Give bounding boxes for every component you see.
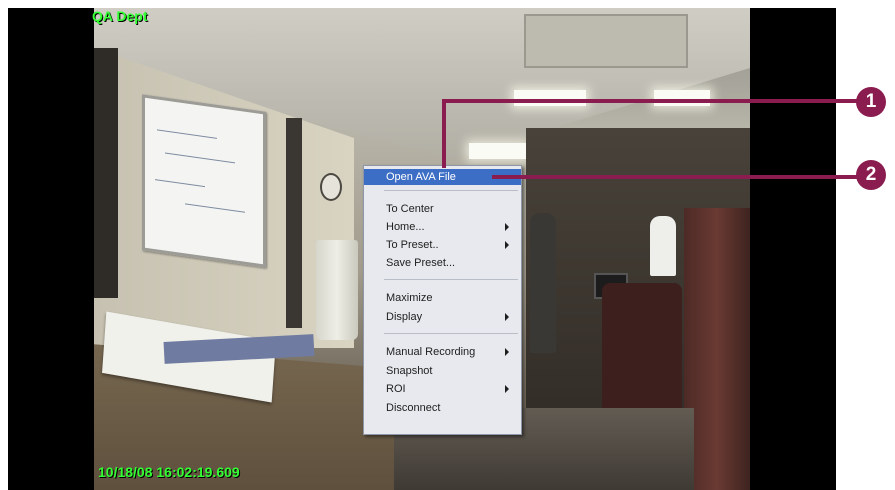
context-menu: Open AVA File To Center Home... To Prese… — [363, 165, 522, 435]
submenu-arrow-icon — [505, 385, 509, 393]
ceiling-light — [514, 90, 586, 106]
menu-item-display[interactable]: Display — [364, 309, 521, 325]
menu-item-manual-recording[interactable]: Manual Recording — [364, 344, 521, 360]
wall-clock — [320, 173, 342, 201]
submenu-arrow-icon — [505, 313, 509, 321]
submenu-arrow-icon — [505, 223, 509, 231]
menu-item-home[interactable]: Home... — [364, 219, 521, 235]
menu-item-label: Maximize — [386, 292, 433, 304]
menu-item-to-preset[interactable]: To Preset.. — [364, 237, 521, 253]
menu-item-snapshot[interactable]: Snapshot — [364, 363, 521, 379]
menu-item-label: To Preset.. — [386, 239, 439, 251]
callout-2-badge: 2 — [856, 160, 886, 190]
submenu-arrow-icon — [505, 348, 509, 356]
person — [650, 216, 676, 276]
menu-item-label: Manual Recording — [386, 346, 476, 358]
ceiling-light — [469, 143, 527, 159]
callout-2-line — [492, 175, 860, 179]
camera-name-overlay: QA Dept — [92, 8, 148, 24]
wall-pillar — [286, 118, 302, 328]
menu-separator — [384, 190, 518, 191]
menu-separator — [384, 333, 518, 334]
menu-item-label: Disconnect — [386, 402, 441, 414]
person — [530, 213, 556, 353]
ceiling-vent — [524, 14, 688, 68]
menu-item-label: Home... — [386, 221, 425, 233]
ceiling-light — [654, 90, 710, 106]
menu-item-disconnect[interactable]: Disconnect — [364, 400, 521, 416]
wall-column — [94, 48, 118, 298]
callout-1-badge: 1 — [856, 87, 886, 117]
menu-item-label: ROI — [386, 383, 406, 395]
callout-1-line — [442, 99, 860, 103]
menu-item-roi[interactable]: ROI — [364, 381, 521, 397]
callout-1-line — [442, 102, 446, 168]
menu-item-label: To Center — [386, 203, 434, 215]
plastic-cup — [316, 240, 358, 340]
menu-item-label: Display — [386, 311, 423, 323]
menu-item-label: Save Preset... — [386, 257, 456, 269]
menu-item-label: Open AVA File — [386, 171, 456, 183]
menu-item-maximize[interactable]: Maximize — [364, 290, 521, 306]
menu-item-to-center[interactable]: To Center — [364, 201, 521, 217]
menu-separator — [384, 279, 518, 280]
menu-item-label: Snapshot — [386, 365, 433, 377]
whiteboard — [142, 94, 266, 268]
submenu-arrow-icon — [505, 241, 509, 249]
timestamp-overlay: 10/18/08 16:02:19.609 — [98, 464, 240, 480]
menu-item-save-preset[interactable]: Save Preset... — [364, 255, 521, 271]
